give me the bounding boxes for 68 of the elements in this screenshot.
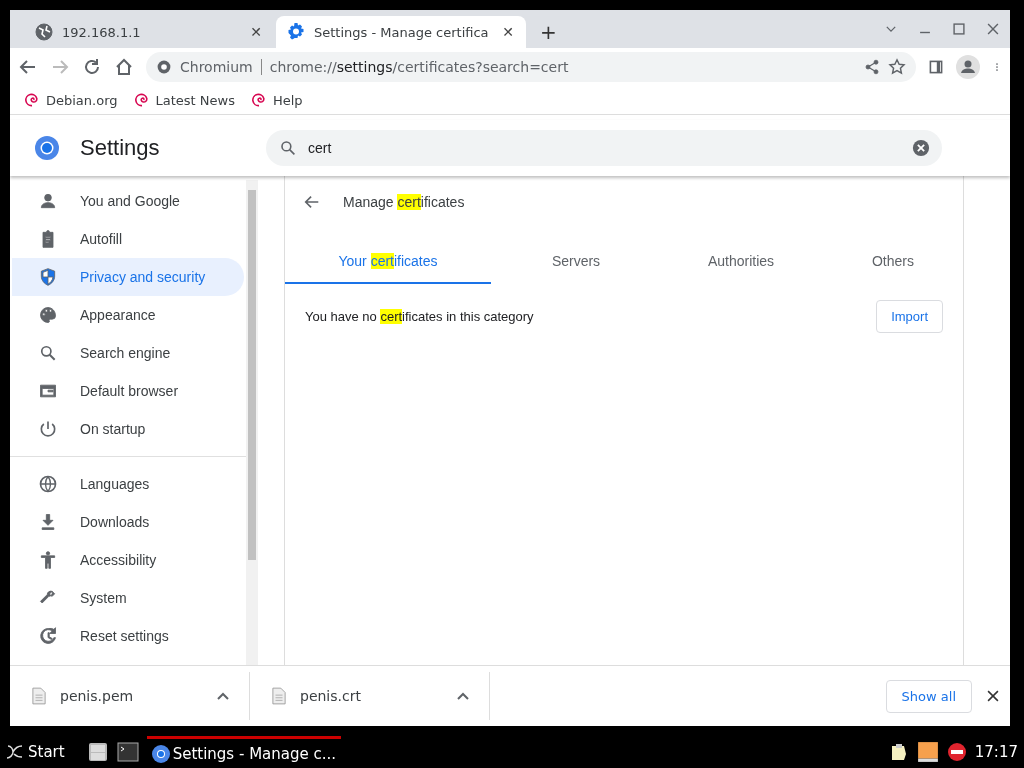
swirl-icon bbox=[24, 92, 40, 108]
certificate-tab[interactable]: Authorities bbox=[661, 240, 821, 284]
chromium-logo-icon bbox=[34, 135, 60, 161]
tab-title: Settings - Manage certifica bbox=[314, 24, 490, 40]
sidebar-item[interactable]: Accessibility bbox=[12, 541, 244, 579]
bookmark[interactable]: Latest News bbox=[133, 92, 235, 108]
globe-icon bbox=[34, 22, 54, 42]
menu-item-icon bbox=[38, 191, 58, 211]
browser-tab[interactable]: 192.168.1.1 ✕ bbox=[24, 16, 274, 48]
start-button[interactable]: Start bbox=[0, 741, 71, 763]
download-file-name[interactable]: penis.crt bbox=[300, 688, 439, 704]
search-field[interactable]: cert bbox=[266, 130, 942, 166]
close-tab-button[interactable]: ✕ bbox=[500, 24, 516, 40]
menu-item-icon bbox=[38, 267, 58, 287]
scrollbar[interactable] bbox=[246, 180, 258, 665]
sidebar-item[interactable]: Search engine bbox=[12, 334, 244, 372]
tab-title: 192.168.1.1 bbox=[62, 24, 142, 40]
bookmark[interactable]: Debian.org bbox=[24, 92, 118, 108]
menu-item-icon bbox=[38, 550, 58, 570]
menu-item-icon bbox=[38, 343, 58, 363]
sidebar-item[interactable]: Appearance bbox=[12, 296, 244, 334]
menu-item-icon bbox=[38, 474, 58, 494]
profile-icon[interactable] bbox=[956, 55, 980, 79]
bookmark[interactable]: Help bbox=[251, 92, 303, 108]
back-arrow-icon[interactable] bbox=[303, 193, 321, 211]
home-icon[interactable] bbox=[114, 57, 134, 77]
sidebar-item[interactable]: Autofill bbox=[12, 220, 244, 258]
search-icon bbox=[280, 139, 296, 157]
swirl-icon bbox=[251, 92, 267, 108]
empty-message: You have no certificates in this category bbox=[305, 308, 534, 324]
sidebar-item[interactable]: Privacy and security bbox=[12, 258, 244, 296]
terminal-icon[interactable] bbox=[116, 742, 139, 762]
star-icon[interactable] bbox=[888, 57, 906, 77]
file-icon bbox=[32, 687, 46, 705]
taskbar-window-button[interactable]: Settings - Manage c... bbox=[146, 736, 341, 768]
address-bar[interactable]: Chromium chrome://settings/certificates?search=cert bbox=[146, 52, 916, 82]
menu-item-icon bbox=[38, 305, 58, 325]
settings-title: Settings bbox=[80, 135, 161, 161]
gear-icon bbox=[286, 22, 306, 42]
clock: 17:17 bbox=[974, 743, 1018, 761]
show-all-button[interactable]: Show all bbox=[885, 679, 972, 713]
close-tab-button[interactable]: ✕ bbox=[248, 24, 264, 40]
book-icon[interactable] bbox=[916, 741, 939, 763]
sidebar-item[interactable]: On startup bbox=[12, 410, 244, 448]
sidebar-item[interactable]: System bbox=[12, 579, 244, 617]
no-entry-icon[interactable] bbox=[946, 742, 967, 762]
menu-item-icon bbox=[38, 419, 58, 439]
site-name: Chromium bbox=[180, 59, 253, 75]
clear-search-icon[interactable] bbox=[912, 139, 930, 157]
file-icon bbox=[272, 687, 286, 705]
share-icon[interactable] bbox=[864, 57, 880, 77]
certificate-tab[interactable]: Others bbox=[821, 240, 965, 284]
sidebar-item[interactable]: You and Google bbox=[12, 182, 244, 220]
certificate-tab[interactable]: Servers bbox=[491, 240, 661, 284]
menu-item-icon bbox=[38, 626, 58, 646]
new-tab-button[interactable]: + bbox=[534, 20, 563, 44]
chromium-icon bbox=[150, 743, 171, 764]
sidebar-item[interactable]: Languages bbox=[12, 465, 244, 503]
sidebar-item[interactable]: Reset settings bbox=[12, 617, 244, 655]
swirl-icon bbox=[133, 92, 150, 108]
import-button[interactable]: Import bbox=[876, 299, 943, 333]
download-file-name[interactable]: penis.pem bbox=[60, 688, 199, 704]
file-cabinet-icon[interactable] bbox=[86, 742, 109, 762]
sidebar-item[interactable]: Downloads bbox=[12, 503, 244, 541]
browser-tab[interactable]: Settings - Manage certifica ✕ bbox=[276, 16, 526, 48]
url-text: chrome://settings/certificates?search=cert bbox=[269, 59, 569, 75]
reload-icon[interactable] bbox=[82, 57, 102, 77]
sidebar-item[interactable]: Default browser bbox=[12, 372, 244, 410]
